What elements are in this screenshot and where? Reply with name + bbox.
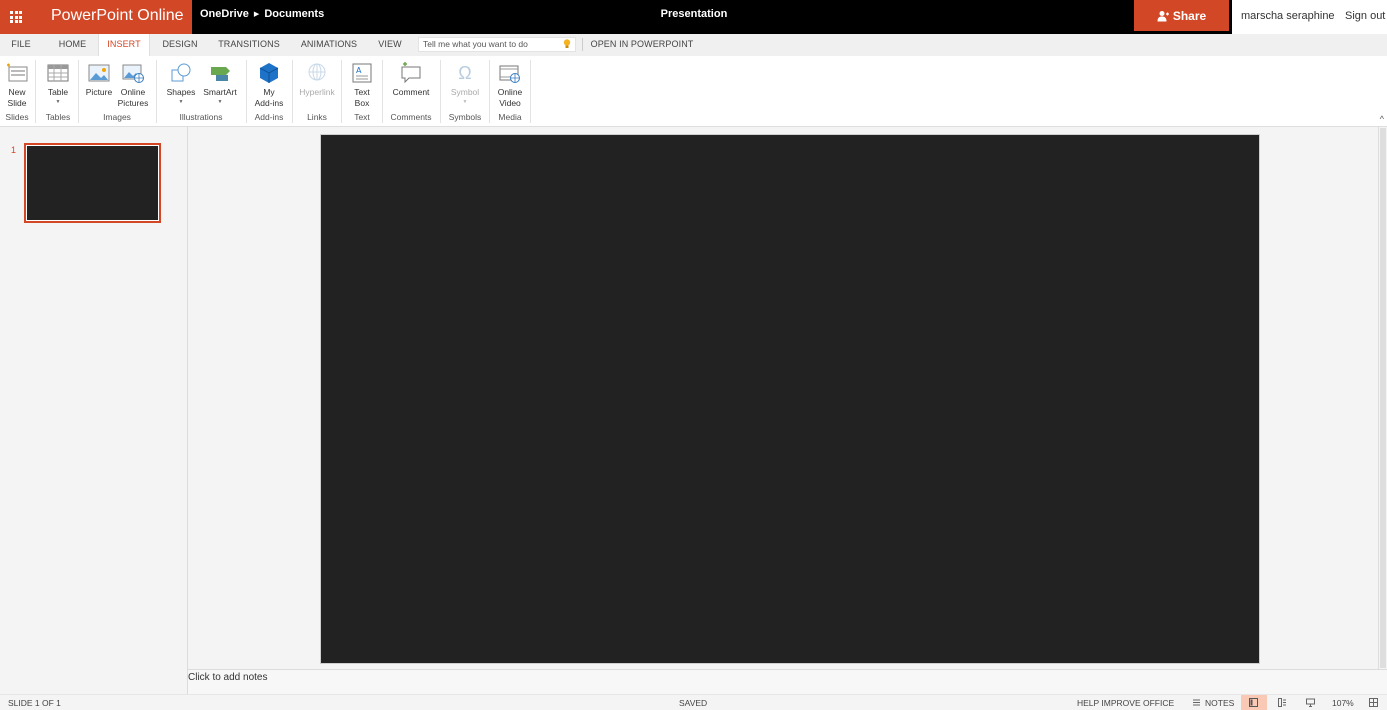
table-button[interactable]: Table ▼ <box>42 56 74 106</box>
normal-view-button[interactable] <box>1241 695 1267 710</box>
breadcrumb-documents[interactable]: Documents <box>264 8 324 20</box>
slide-thumbnail-number: 1 <box>11 145 17 155</box>
omega-icon: Ω <box>458 63 472 83</box>
user-area: marscha seraphine Sign out <box>1232 0 1387 34</box>
group-label-media: Media <box>498 112 522 122</box>
group-label-images: Images <box>103 112 131 122</box>
tell-me-placeholder: Tell me what you want to do <box>423 39 528 49</box>
notes-pane[interactable]: Click to add notes <box>188 669 1387 694</box>
svg-text:A: A <box>356 66 362 75</box>
waffle-icon <box>10 11 22 23</box>
notes-icon <box>1193 699 1200 706</box>
dropdown-caret-icon: ▼ <box>462 98 468 105</box>
group-divider <box>35 60 36 123</box>
group-divider <box>530 60 531 123</box>
hyperlink-globe-icon <box>308 63 326 81</box>
group-divider <box>246 60 247 123</box>
reading-view-icon[interactable] <box>1306 698 1315 707</box>
app-name[interactable]: PowerPoint Online <box>32 0 192 34</box>
tab-transitions[interactable]: TRANSITIONS <box>212 34 286 56</box>
shapes-icon <box>171 63 191 82</box>
dropdown-caret-icon: ▼ <box>55 98 61 105</box>
tab-view[interactable]: VIEW <box>372 34 408 56</box>
zoom-level[interactable]: 107% <box>1332 698 1354 708</box>
vertical-scrollbar-thumb[interactable] <box>1380 128 1386 668</box>
online-video-icon <box>499 65 520 83</box>
group-label-illustrations: Illustrations <box>179 112 223 122</box>
online-pictures-icon <box>122 64 144 83</box>
document-title[interactable]: Presentation <box>594 0 794 28</box>
slide-sorter-view-icon[interactable] <box>1278 698 1287 707</box>
notes-toggle-button[interactable]: NOTES <box>1205 698 1234 708</box>
online-pictures-button[interactable]: Online Pictures <box>116 56 150 108</box>
shapes-button[interactable]: Shapes ▼ <box>163 56 199 106</box>
group-label-links: Links <box>307 112 327 122</box>
addins-cube-icon <box>259 63 279 83</box>
slide-thumbnail[interactable] <box>24 143 161 223</box>
smartart-button[interactable]: SmartArt ▼ <box>201 56 239 106</box>
notes-placeholder: Click to add notes <box>188 672 268 683</box>
group-label-tables: Tables <box>45 112 71 122</box>
comment-icon <box>401 62 421 84</box>
tab-file[interactable]: FILE <box>0 34 42 56</box>
lightbulb-icon <box>563 39 571 48</box>
collapse-ribbon-icon[interactable]: ^ <box>1380 114 1384 124</box>
app-launcher-button[interactable] <box>0 0 32 34</box>
group-divider <box>440 60 441 123</box>
slide-thumbnail-preview <box>27 146 158 220</box>
group-label-addins: Add-ins <box>254 112 284 122</box>
breadcrumb-onedrive[interactable]: OneDrive <box>200 8 249 20</box>
slide-thumbnails-pane: 1 <box>0 127 188 694</box>
group-label-comments: Comments <box>390 112 432 122</box>
symbol-button[interactable]: Ω Symbol ▼ <box>446 56 484 106</box>
group-divider <box>156 60 157 123</box>
group-label-text: Text <box>354 112 370 122</box>
save-status: SAVED <box>679 698 708 708</box>
normal-view-icon <box>1249 698 1258 707</box>
picture-icon <box>88 64 110 82</box>
share-button[interactable]: Share <box>1134 0 1229 31</box>
dropdown-caret-icon: ▼ <box>178 98 184 105</box>
text-box-button[interactable]: A Text Box <box>346 56 378 108</box>
new-slide-button[interactable]: New Slide <box>2 56 32 108</box>
share-person-icon <box>1157 10 1169 21</box>
sign-out-link[interactable]: Sign out <box>1345 10 1385 22</box>
group-divider <box>78 60 79 123</box>
new-slide-icon <box>7 63 28 82</box>
tab-divider <box>582 38 583 51</box>
help-improve-office-link[interactable]: HELP IMPROVE OFFICE <box>1077 698 1174 708</box>
tab-design[interactable]: DESIGN <box>156 34 204 56</box>
smartart-icon <box>211 67 230 81</box>
tab-home[interactable]: HOME <box>50 34 95 56</box>
status-bar: SLIDE 1 OF 1 SAVED HELP IMPROVE OFFICE N… <box>0 694 1387 710</box>
picture-button[interactable]: Picture <box>84 56 114 98</box>
group-divider <box>382 60 383 123</box>
table-icon <box>47 64 69 82</box>
ribbon: New Slide Slides Table ▼ Tables Picture … <box>0 56 1387 127</box>
slide-canvas[interactable] <box>320 134 1260 664</box>
group-divider <box>292 60 293 123</box>
group-label-symbols: Symbols <box>448 112 482 122</box>
top-bar: PowerPoint Online OneDrive ▶ Documents Pre… <box>0 0 1387 34</box>
breadcrumb: OneDrive ▶ Documents <box>200 0 324 30</box>
group-divider <box>341 60 342 123</box>
dropdown-caret-icon: ▼ <box>217 98 223 105</box>
group-label-slides: Slides <box>5 112 29 122</box>
user-name[interactable]: marscha seraphine <box>1241 10 1335 22</box>
hyperlink-button[interactable]: Hyperlink <box>296 56 338 98</box>
tab-insert[interactable]: INSERT <box>98 34 150 56</box>
comment-button[interactable]: Comment <box>388 56 434 98</box>
breadcrumb-separator-icon: ▶ <box>253 11 260 18</box>
slide-position-indicator: SLIDE 1 OF 1 <box>8 698 61 708</box>
text-box-icon: A <box>352 63 372 83</box>
online-video-button[interactable]: Online Video <box>492 56 528 108</box>
my-addins-button[interactable]: My Add-ins <box>252 56 286 108</box>
open-in-powerpoint-button[interactable]: OPEN IN POWERPOINT <box>588 34 696 56</box>
fit-to-window-icon[interactable] <box>1369 698 1378 707</box>
tab-animations[interactable]: ANIMATIONS <box>294 34 364 56</box>
share-label: Share <box>1172 8 1207 23</box>
tell-me-search-input[interactable]: Tell me what you want to do <box>418 37 576 52</box>
